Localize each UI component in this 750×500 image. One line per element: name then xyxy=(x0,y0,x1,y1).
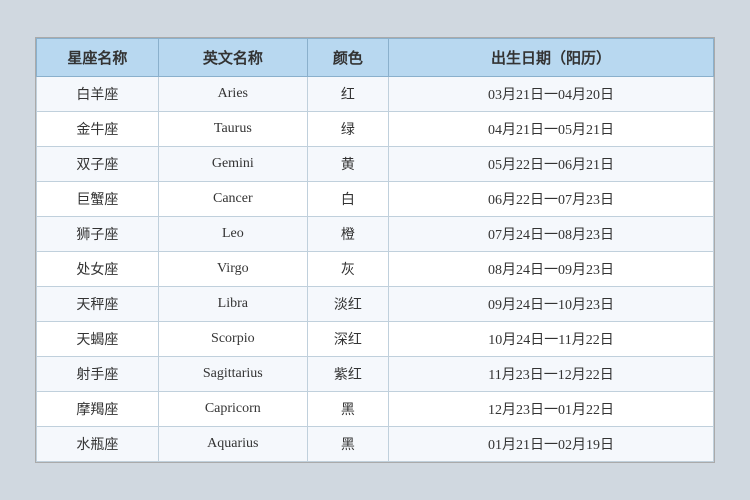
cell-color: 紫红 xyxy=(307,357,388,392)
cell-english: Aquarius xyxy=(158,427,307,462)
cell-date: 08月24日一09月23日 xyxy=(389,252,714,287)
cell-english: Capricorn xyxy=(158,392,307,427)
table-row: 水瓶座Aquarius黑01月21日一02月19日 xyxy=(37,427,714,462)
cell-english: Sagittarius xyxy=(158,357,307,392)
cell-chinese: 射手座 xyxy=(37,357,159,392)
cell-english: Aries xyxy=(158,77,307,112)
cell-color: 灰 xyxy=(307,252,388,287)
table-row: 巨蟹座Cancer白06月22日一07月23日 xyxy=(37,182,714,217)
cell-color: 绿 xyxy=(307,112,388,147)
cell-english: Leo xyxy=(158,217,307,252)
cell-date: 06月22日一07月23日 xyxy=(389,182,714,217)
cell-date: 01月21日一02月19日 xyxy=(389,427,714,462)
cell-chinese: 双子座 xyxy=(37,147,159,182)
table-row: 双子座Gemini黄05月22日一06月21日 xyxy=(37,147,714,182)
header-color: 颜色 xyxy=(307,39,388,77)
zodiac-table-container: 星座名称 英文名称 颜色 出生日期（阳历） 白羊座Aries红03月21日一04… xyxy=(35,37,715,463)
table-row: 处女座Virgo灰08月24日一09月23日 xyxy=(37,252,714,287)
cell-english: Libra xyxy=(158,287,307,322)
cell-color: 黑 xyxy=(307,427,388,462)
cell-date: 11月23日一12月22日 xyxy=(389,357,714,392)
cell-english: Gemini xyxy=(158,147,307,182)
cell-date: 03月21日一04月20日 xyxy=(389,77,714,112)
table-header-row: 星座名称 英文名称 颜色 出生日期（阳历） xyxy=(37,39,714,77)
header-chinese: 星座名称 xyxy=(37,39,159,77)
cell-color: 黄 xyxy=(307,147,388,182)
cell-chinese: 摩羯座 xyxy=(37,392,159,427)
cell-chinese: 天蝎座 xyxy=(37,322,159,357)
cell-english: Cancer xyxy=(158,182,307,217)
cell-chinese: 狮子座 xyxy=(37,217,159,252)
table-row: 射手座Sagittarius紫红11月23日一12月22日 xyxy=(37,357,714,392)
header-english: 英文名称 xyxy=(158,39,307,77)
cell-color: 橙 xyxy=(307,217,388,252)
cell-date: 12月23日一01月22日 xyxy=(389,392,714,427)
cell-chinese: 巨蟹座 xyxy=(37,182,159,217)
cell-date: 05月22日一06月21日 xyxy=(389,147,714,182)
cell-date: 10月24日一11月22日 xyxy=(389,322,714,357)
cell-english: Scorpio xyxy=(158,322,307,357)
cell-color: 淡红 xyxy=(307,287,388,322)
cell-chinese: 白羊座 xyxy=(37,77,159,112)
cell-color: 黑 xyxy=(307,392,388,427)
cell-date: 04月21日一05月21日 xyxy=(389,112,714,147)
table-row: 摩羯座Capricorn黑12月23日一01月22日 xyxy=(37,392,714,427)
table-row: 天蝎座Scorpio深红10月24日一11月22日 xyxy=(37,322,714,357)
cell-chinese: 金牛座 xyxy=(37,112,159,147)
table-row: 金牛座Taurus绿04月21日一05月21日 xyxy=(37,112,714,147)
table-row: 白羊座Aries红03月21日一04月20日 xyxy=(37,77,714,112)
zodiac-table: 星座名称 英文名称 颜色 出生日期（阳历） 白羊座Aries红03月21日一04… xyxy=(36,38,714,462)
cell-color: 深红 xyxy=(307,322,388,357)
cell-color: 白 xyxy=(307,182,388,217)
cell-english: Taurus xyxy=(158,112,307,147)
cell-chinese: 水瓶座 xyxy=(37,427,159,462)
cell-chinese: 处女座 xyxy=(37,252,159,287)
table-row: 狮子座Leo橙07月24日一08月23日 xyxy=(37,217,714,252)
cell-date: 09月24日一10月23日 xyxy=(389,287,714,322)
cell-date: 07月24日一08月23日 xyxy=(389,217,714,252)
cell-chinese: 天秤座 xyxy=(37,287,159,322)
cell-english: Virgo xyxy=(158,252,307,287)
table-row: 天秤座Libra淡红09月24日一10月23日 xyxy=(37,287,714,322)
header-date: 出生日期（阳历） xyxy=(389,39,714,77)
cell-color: 红 xyxy=(307,77,388,112)
